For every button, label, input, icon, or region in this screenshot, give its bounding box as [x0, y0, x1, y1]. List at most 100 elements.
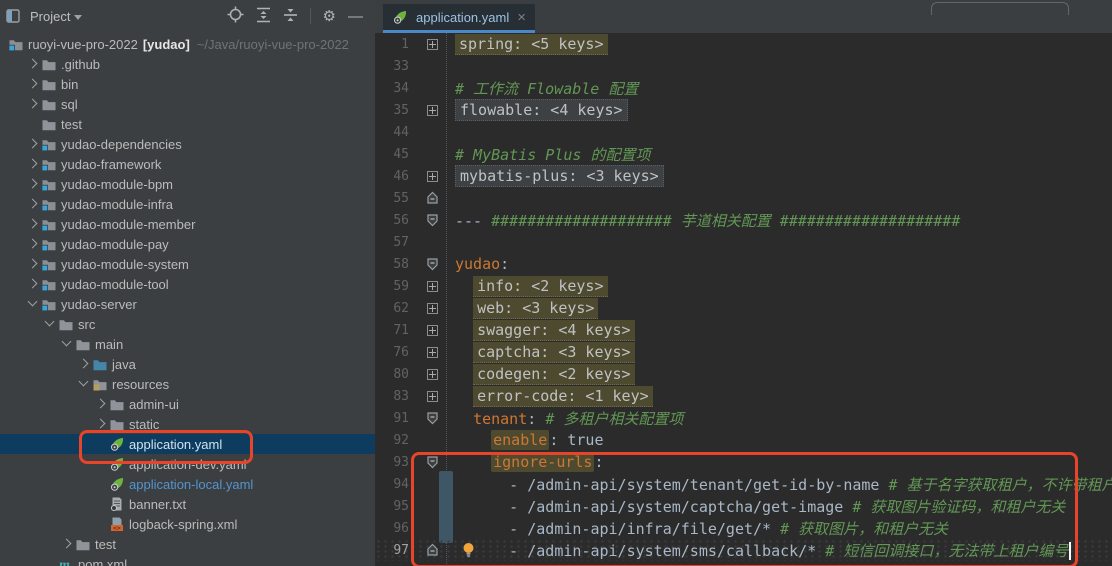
code-line-34[interactable]: 34# 工作流 Flowable 配置 [375, 77, 1112, 99]
chevron-right-icon[interactable] [25, 276, 41, 292]
tree-item-logback-spring-xml[interactable]: <>logback-spring.xml [0, 514, 375, 534]
line-number: 96 [375, 521, 411, 536]
fold-end-icon[interactable] [423, 543, 441, 557]
fold-start-icon[interactable] [423, 257, 441, 271]
tree-item-yudao-dependencies[interactable]: yudao-dependencies [0, 134, 375, 154]
fold-expand-icon[interactable] [423, 347, 441, 358]
hide-panel-icon[interactable]: — [348, 9, 363, 24]
code-line-56[interactable]: 56--- #################### 芋道相关配置 ######… [375, 209, 1112, 231]
code-line-95[interactable]: 95 - /admin-api/system/captcha/get-image… [375, 495, 1112, 517]
code-line-97[interactable]: 97 - /admin-api/system/sms/callback/* # … [375, 539, 1112, 561]
panel-title-dropdown-icon[interactable] [74, 15, 82, 20]
code-line-94[interactable]: 94 - /admin-api/system/tenant/get-id-by-… [375, 473, 1112, 495]
fold-expand-icon[interactable] [423, 325, 441, 336]
tree-item-pom-xml[interactable]: mpom.xml [0, 554, 375, 566]
tree-item-yudao-module-system[interactable]: yudao-module-system [0, 254, 375, 274]
tree-item-test[interactable]: test [0, 114, 375, 134]
tree-item-application-local-yaml[interactable]: application-local.yaml [0, 474, 375, 494]
fold-expand-icon[interactable] [423, 303, 441, 314]
code-line-35[interactable]: 35flowable: <4 keys> [375, 99, 1112, 121]
chevron-right-icon[interactable] [93, 416, 109, 432]
code-line-57[interactable]: 57 [375, 231, 1112, 253]
code-line-71[interactable]: 71 swagger: <4 keys> [375, 319, 1112, 341]
expand-all-icon[interactable] [256, 7, 271, 26]
tree-item-yudao-module-infra[interactable]: yudao-module-infra [0, 194, 375, 214]
chevron-down-icon[interactable] [76, 376, 92, 392]
chevron-right-icon[interactable] [25, 236, 41, 252]
chevron-right-icon[interactable] [25, 256, 41, 272]
tree-item-java[interactable]: java [0, 354, 375, 374]
tree-item-static[interactable]: static [0, 414, 375, 434]
code-line-1[interactable]: 1spring: <5 keys> [375, 33, 1112, 55]
folder-icon [58, 316, 76, 332]
tab-application-yaml[interactable]: application.yaml × [383, 4, 535, 33]
tree-item-src[interactable]: src [0, 314, 375, 334]
fold-expand-icon[interactable] [423, 369, 441, 380]
tree-item-yudao-module-tool[interactable]: yudao-module-tool [0, 274, 375, 294]
fold-start-icon[interactable] [423, 455, 441, 469]
chevron-down-icon[interactable] [59, 336, 75, 352]
code-line-62[interactable]: 62 web: <3 keys> [375, 297, 1112, 319]
chevron-down-icon[interactable] [25, 296, 41, 312]
tree-item-yudao-module-bpm[interactable]: yudao-module-bpm [0, 174, 375, 194]
tree-item-bin[interactable]: bin [0, 74, 375, 94]
intention-lightbulb-icon[interactable] [461, 542, 476, 558]
fold-expand-icon[interactable] [423, 39, 441, 50]
chevron-right-icon[interactable] [25, 136, 41, 152]
tree-item-yudao-module-member[interactable]: yudao-module-member [0, 214, 375, 234]
tab-close-icon[interactable]: × [517, 9, 526, 26]
chevron-right-icon[interactable] [25, 176, 41, 192]
code-line-96[interactable]: 96 - /admin-api/infra/file/get/* # 获取图片，… [375, 517, 1112, 539]
code-line-91[interactable]: 91 tenant: # 多租户相关配置项 [375, 407, 1112, 429]
code-line-46[interactable]: 46mybatis-plus: <3 keys> [375, 165, 1112, 187]
code-line-80[interactable]: 80 codegen: <2 keys> [375, 363, 1112, 385]
settings-gear-icon[interactable]: ⚙ [323, 9, 336, 24]
chevron-right-icon[interactable] [25, 56, 41, 72]
fold-expand-icon[interactable] [423, 171, 441, 182]
code-line-45[interactable]: 45# MyBatis Plus 的配置项 [375, 143, 1112, 165]
chevron-right-icon[interactable] [59, 536, 75, 552]
tree-item-test[interactable]: test [0, 534, 375, 554]
fold-expand-icon[interactable] [423, 281, 441, 292]
tree-item-yudao-framework[interactable]: yudao-framework [0, 154, 375, 174]
code-line-93[interactable]: 93 ignore-urls: [375, 451, 1112, 473]
code-line-59[interactable]: 59 info: <2 keys> [375, 275, 1112, 297]
chevron-right-icon[interactable] [25, 96, 41, 112]
code-line-55[interactable]: 55 [375, 187, 1112, 209]
code-text: enable: true [455, 431, 604, 449]
tree-item-label: admin-ui [129, 397, 179, 412]
fold-expand-icon[interactable] [423, 391, 441, 402]
tree-item-banner-txt[interactable]: banner.txt [0, 494, 375, 514]
fold-start-icon[interactable] [423, 411, 441, 425]
fold-start-icon[interactable] [423, 213, 441, 227]
code-line-44[interactable]: 44 [375, 121, 1112, 143]
fold-expand-icon[interactable] [423, 105, 441, 116]
locate-file-icon[interactable] [227, 6, 244, 26]
code-segment-plain: : [594, 453, 603, 471]
tree-item-yudao-server[interactable]: yudao-server [0, 294, 375, 314]
tree-item-sql[interactable]: sql [0, 94, 375, 114]
chevron-right-icon[interactable] [76, 356, 92, 372]
tree-item-resources[interactable]: resources [0, 374, 375, 394]
code-line-58[interactable]: 58yudao: [375, 253, 1112, 275]
tree-item--github[interactable]: .github [0, 54, 375, 74]
collapse-all-icon[interactable] [283, 7, 298, 26]
tree-item-yudao-module-pay[interactable]: yudao-module-pay [0, 234, 375, 254]
tree-item-application-dev-yaml[interactable]: application-dev.yaml [0, 454, 375, 474]
code-line-33[interactable]: 33 [375, 55, 1112, 77]
chevron-down-icon[interactable] [42, 316, 58, 332]
chevron-right-icon[interactable] [93, 396, 109, 412]
tree-item-main[interactable]: main [0, 334, 375, 354]
tree-item-ruoyi-vue-pro-2022[interactable]: ruoyi-vue-pro-2022[yudao]~/Java/ruoyi-vu… [0, 34, 375, 54]
chevron-right-icon[interactable] [25, 156, 41, 172]
code-line-83[interactable]: 83 error-code: <1 key> [375, 385, 1112, 407]
code-line-92[interactable]: 92 enable: true [375, 429, 1112, 451]
code-line-76[interactable]: 76 captcha: <3 keys> [375, 341, 1112, 363]
tree-item-admin-ui[interactable]: admin-ui [0, 394, 375, 414]
tree-item-application-yaml[interactable]: application.yaml [0, 434, 375, 454]
chevron-right-icon[interactable] [25, 216, 41, 232]
chevron-right-icon[interactable] [25, 76, 41, 92]
fold-end-icon[interactable] [423, 191, 441, 205]
chevron-right-icon[interactable] [25, 196, 41, 212]
editor-body[interactable]: 1spring: <5 keys>3334# 工作流 Flowable 配置35… [375, 33, 1112, 566]
